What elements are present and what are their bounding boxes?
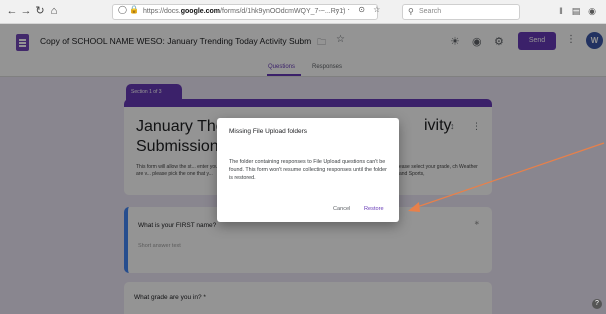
reload-icon[interactable]: ↻ bbox=[34, 5, 46, 18]
account-icon[interactable]: ◉ bbox=[586, 5, 598, 18]
help-icon[interactable]: ? bbox=[592, 299, 602, 309]
dialog-title: Missing File Upload folders bbox=[229, 128, 308, 135]
missing-folder-dialog: Missing File Upload folders The folder c… bbox=[217, 118, 399, 222]
search-placeholder: Search bbox=[419, 8, 442, 15]
home-icon[interactable]: ⌂ bbox=[48, 5, 60, 18]
search-input[interactable]: ⚲ Search bbox=[402, 4, 520, 20]
url-domain: google.com bbox=[180, 8, 221, 15]
lock-icon: ◯ 🔒 bbox=[118, 5, 140, 14]
url-prefix: https://docs. bbox=[143, 8, 181, 15]
search-icon: ⚲ bbox=[408, 7, 414, 16]
back-icon[interactable]: ← bbox=[6, 5, 18, 18]
cancel-button[interactable]: Cancel bbox=[333, 206, 350, 212]
forward-icon[interactable]: → bbox=[20, 5, 32, 18]
restore-button[interactable]: Restore bbox=[364, 206, 384, 212]
page-actions-icon[interactable]: ··· ⊙ ☆ bbox=[336, 5, 383, 14]
browser-toolbar: ← → ↻ ⌂ https://docs.google.com/forms/d/… bbox=[0, 0, 606, 24]
library-icon[interactable]: ‖ bbox=[555, 5, 567, 18]
sidebar-icon[interactable]: ▤ bbox=[570, 5, 582, 18]
url-path: /forms/d/1hk9ynOOdcmWQY_7-~...Ry1) bbox=[220, 8, 346, 15]
dialog-body: The folder containing responses to File … bbox=[229, 159, 387, 181]
